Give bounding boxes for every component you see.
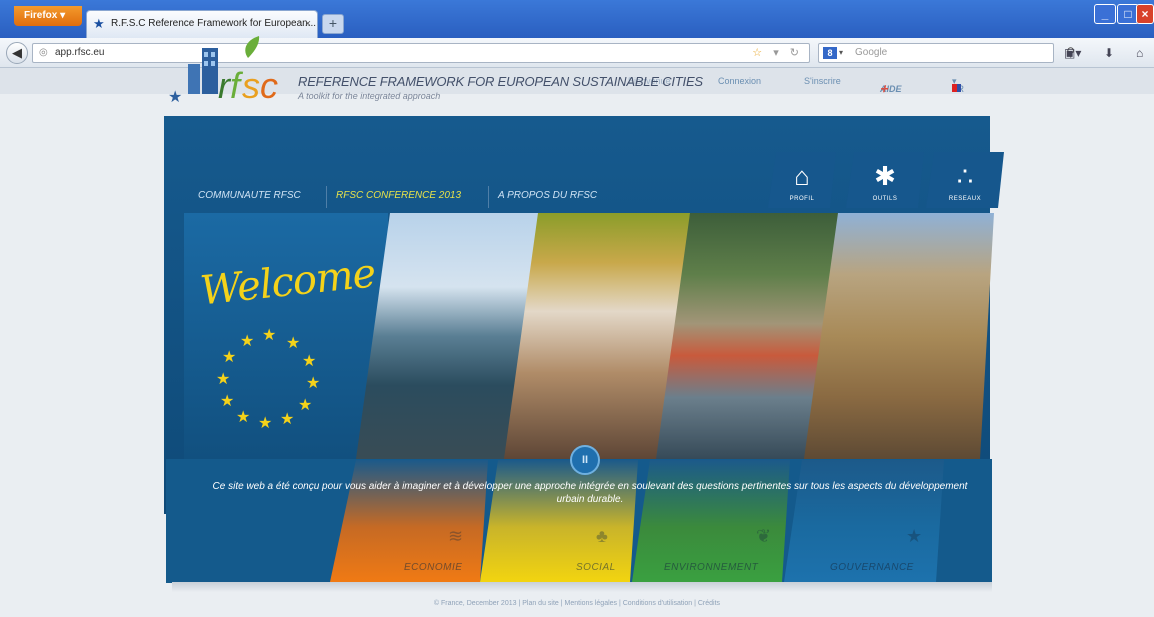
search-box[interactable]: 8 ▾ Google ⚲ [818,43,1075,63]
firefox-label: Firefox [24,10,58,21]
site-subtitle: A toolkit for the integrated approach [298,91,441,101]
svg-text:★: ★ [280,409,294,428]
category-economie-label: ECONOMIE [404,562,463,573]
new-tab-button[interactable]: + [322,14,344,34]
svg-text:s: s [242,65,260,106]
category-gouvernance-label: GOUVERNANCE [830,562,914,573]
svg-text:★: ★ [306,373,320,392]
svg-text:★: ★ [298,395,312,414]
category-social-label: SOCIAL [576,562,616,573]
panel-shadow [172,582,992,592]
rfsc-logo[interactable]: r f s c ★ [164,36,294,116]
firefox-menu-button[interactable]: Firefox ▾ [14,6,82,26]
svg-text:★: ★ [262,326,276,344]
svg-text:★: ★ [222,347,236,366]
coins-icon: ≋ [448,526,464,546]
svg-text:★: ★ [240,331,254,350]
language-selector[interactable]: FR ▾ [952,76,964,94]
browser-tab[interactable]: ★ R.F.S.C Reference Framework for Europe… [86,10,318,38]
minimize-icon[interactable]: _ [1094,4,1116,24]
bookmark-star-icon[interactable]: ☆ [752,47,766,59]
star-favicon-icon: ★ [93,16,105,31]
close-window-icon[interactable]: × [1136,4,1154,24]
svg-text:★: ★ [286,333,300,352]
svg-text:★: ★ [236,407,250,426]
browser-titlebar: Firefox ▾ ★ R.F.S.C Reference Framework … [0,0,1154,38]
people-icon: ♣ [596,526,608,546]
tab-title: R.F.S.C Reference Framework for European… [111,18,317,29]
url-text: app.rfsc.eu [55,47,105,58]
tab-reseaux-label: RESEAUX [948,196,982,202]
download-icon[interactable]: ⬇ [1104,46,1114,60]
close-tab-icon[interactable]: × [305,11,311,37]
leaf-icon: ❦ [756,526,772,546]
svg-text:c: c [260,65,278,106]
tab-outils[interactable]: ✱ OUTILS [846,152,924,208]
svg-text:★: ★ [168,87,182,106]
network-icon: ∴ [956,161,974,191]
pause-slideshow-button[interactable]: II [570,445,600,475]
signup-link[interactable]: S'inscrire [804,76,841,86]
reload-icon[interactable]: ↻ [790,47,803,59]
svg-text:★: ★ [220,391,234,410]
svg-text:★: ★ [258,413,272,430]
globe-icon: ◎ [39,47,48,58]
login-link[interactable]: Connexion [718,76,761,86]
site-title: REFERENCE FRAMEWORK FOR EUROPEAN SUSTAIN… [298,74,703,89]
tab-reseaux[interactable]: ∴ RESEAUX [926,152,1004,208]
footer-links[interactable]: © France, December 2013 | Plan du site |… [0,600,1154,607]
star-icon: ★ [906,526,923,546]
back-arrow-icon[interactable]: ◀ [6,42,28,64]
help-icon: ✛ [880,84,888,94]
svg-text:★: ★ [216,369,230,388]
home-icon[interactable]: ⌂ [1136,46,1143,60]
chevron-down-icon[interactable]: ▾ [839,44,843,62]
bookmarks-menu-icon[interactable]: ▣▾ [1064,46,1081,60]
menu-item-apropos[interactable]: A PROPOS DU RFSC [498,190,597,201]
main-menu: COMMUNAUTE RFSC RFSC CONFERENCE 2013 A P… [184,186,784,208]
category-environnement-label: ENVIRONNEMENT [664,562,759,573]
intro-text: Ce site web a été conçu pour vous aider … [212,481,968,505]
tab-outils-label: OUTILS [872,196,898,202]
gear-icon: ✱ [874,161,896,191]
search-placeholder: Google [855,47,888,58]
svg-text:★: ★ [302,351,316,370]
eu-stars-icon: ★ ★★★ ★★★★ ★★★★ [216,326,320,430]
address-bar[interactable]: ◎ app.rfsc.eu ☆ ▾ ↻ [32,43,810,63]
google-icon[interactable]: 8 [823,47,837,59]
menu-item-conference[interactable]: RFSC CONFERENCE 2013 [336,190,461,201]
url-tools: ☆ ▾ ↻ [752,47,803,59]
menu-item-communaute[interactable]: COMMUNAUTE RFSC [198,190,301,201]
